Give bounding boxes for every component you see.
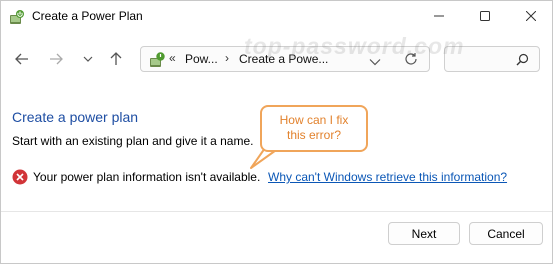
refresh-icon [405, 53, 417, 65]
callout-line-1: How can I fix [279, 113, 349, 127]
error-message: Your power plan information isn't availa… [33, 170, 261, 184]
help-link[interactable]: Why can't Windows retrieve this informat… [268, 170, 507, 184]
arrow-up-icon [110, 52, 122, 65]
power-options-icon [9, 9, 25, 25]
up-button[interactable] [105, 48, 127, 70]
page-title: Create a power plan [12, 109, 139, 125]
error-icon [12, 169, 28, 185]
close-icon [526, 11, 536, 21]
forward-button[interactable] [45, 48, 67, 70]
title-bar: Create a Power Plan [1, 1, 552, 33]
minimize-icon [434, 15, 444, 17]
window-title: Create a Power Plan [32, 9, 143, 23]
footer-divider [1, 211, 552, 212]
page-description: Start with an existing plan and give it … [12, 134, 254, 148]
create-power-plan-window: Create a Power Plan « Pow... › Create a … [0, 0, 553, 264]
cancel-button[interactable]: Cancel [469, 222, 543, 245]
next-button[interactable]: Next [388, 222, 460, 245]
chevron-down-icon [83, 56, 93, 62]
chevron-down-icon [369, 59, 381, 66]
maximize-button[interactable] [462, 1, 508, 31]
breadcrumb-power-options[interactable]: Pow... [185, 52, 218, 66]
arrow-right-icon [50, 53, 63, 65]
callout-line-2: this error? [286, 128, 342, 142]
address-history-button[interactable] [369, 53, 381, 71]
refresh-button[interactable] [404, 52, 418, 71]
back-button[interactable] [11, 48, 33, 70]
maximize-icon [480, 11, 490, 21]
close-button[interactable] [508, 1, 554, 31]
minimize-button[interactable] [416, 1, 462, 31]
address-bar[interactable]: « Pow... › Create a Powe... [140, 46, 430, 72]
breadcrumb-overflow[interactable]: « [169, 51, 176, 65]
search-input[interactable] [444, 46, 540, 72]
recent-locations-button[interactable] [77, 48, 99, 70]
search-icon [516, 53, 529, 71]
breadcrumb-create-power-plan[interactable]: Create a Powe... [239, 52, 328, 66]
control-panel-icon [149, 51, 166, 68]
navigation-bar: « Pow... › Create a Powe... [1, 41, 552, 77]
arrow-left-icon [15, 53, 28, 65]
callout-bubble: How can I fix this error? [260, 105, 368, 152]
breadcrumb-separator: › [225, 51, 229, 65]
